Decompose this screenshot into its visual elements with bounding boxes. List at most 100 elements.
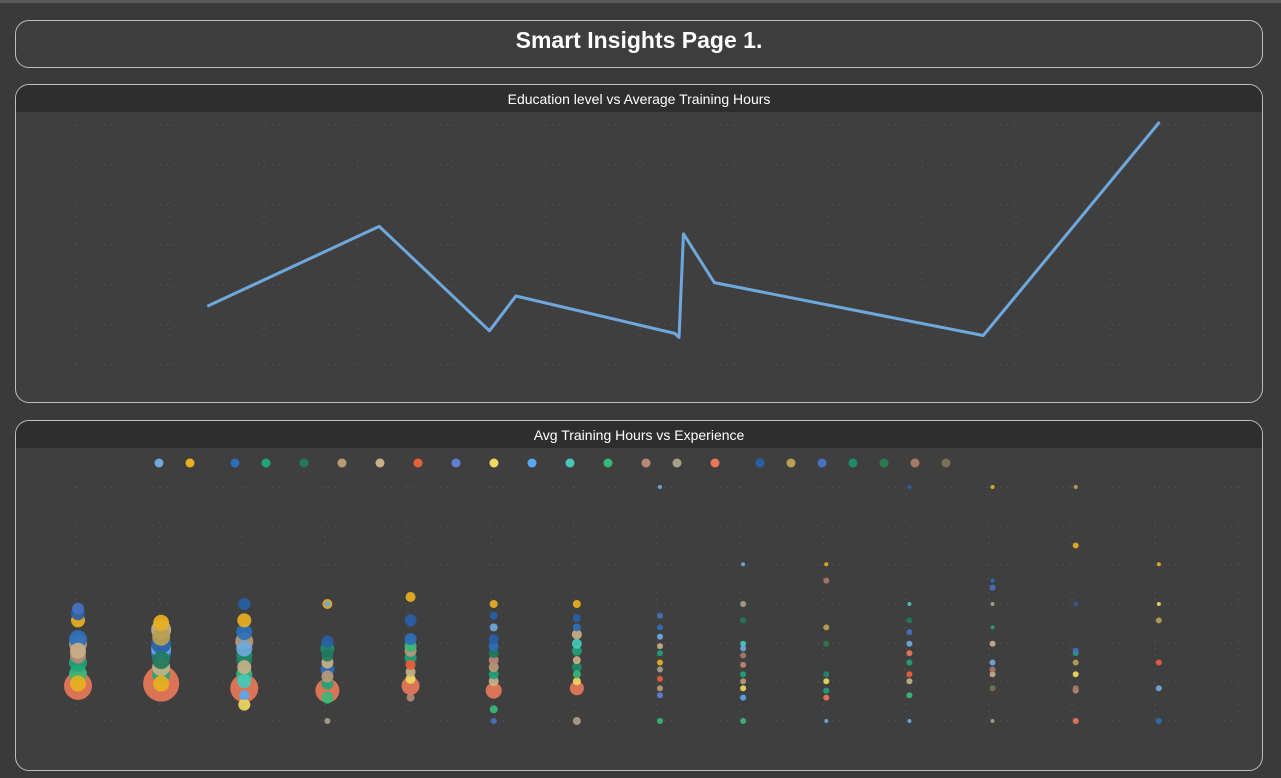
scatter-point bbox=[990, 625, 995, 630]
scatter-point bbox=[405, 591, 416, 602]
scatter-point bbox=[488, 634, 499, 645]
series-line bbox=[206, 121, 1161, 339]
legend-marker bbox=[375, 458, 385, 468]
legend-marker bbox=[489, 458, 499, 468]
scatter-point bbox=[490, 718, 497, 724]
scatter-point bbox=[906, 678, 913, 685]
scatter-point bbox=[907, 719, 912, 723]
legend-marker bbox=[451, 458, 461, 468]
scatter-point bbox=[489, 611, 498, 620]
scatter-point bbox=[990, 578, 995, 583]
scatter-point bbox=[657, 659, 663, 666]
scatter-point bbox=[572, 677, 581, 686]
legend-marker bbox=[527, 458, 537, 468]
scatter-point bbox=[236, 640, 253, 657]
scatter-point bbox=[740, 718, 747, 724]
scatter-point bbox=[237, 613, 252, 628]
scatter-point bbox=[1072, 659, 1079, 666]
scatter-point bbox=[1155, 718, 1162, 724]
scatter-point bbox=[153, 675, 170, 692]
legend-marker bbox=[848, 458, 858, 468]
scatter-point bbox=[321, 691, 334, 704]
scatter-point bbox=[70, 642, 86, 659]
line-chart-svg bbox=[75, 121, 1248, 385]
scatter-point bbox=[907, 602, 912, 606]
scatter-point bbox=[1072, 671, 1079, 678]
scatter-point bbox=[657, 692, 663, 699]
scatter-point bbox=[989, 640, 996, 647]
scatter-point bbox=[657, 612, 663, 619]
scatter-point bbox=[990, 719, 995, 723]
scatter-point bbox=[1156, 602, 1161, 606]
scatter-point bbox=[1073, 602, 1078, 606]
legend-marker bbox=[941, 458, 951, 468]
legend-marker bbox=[755, 458, 765, 468]
scatter-point bbox=[823, 678, 830, 685]
scatter-point bbox=[572, 717, 581, 725]
scatter-point bbox=[1155, 617, 1162, 624]
scatter-point bbox=[238, 598, 251, 610]
legend-marker bbox=[786, 458, 796, 468]
scatter-point bbox=[740, 671, 747, 678]
scatter-point bbox=[823, 624, 830, 631]
scatter-point bbox=[1155, 685, 1162, 692]
scatter-point bbox=[906, 650, 913, 657]
legend-marker bbox=[154, 458, 164, 468]
scatter-point bbox=[906, 659, 913, 666]
scatter-point bbox=[906, 617, 913, 624]
scatter-point bbox=[740, 685, 747, 692]
scatter-point bbox=[489, 623, 498, 632]
scatter-point bbox=[489, 600, 498, 608]
scatter-point bbox=[657, 685, 663, 692]
scatter-point bbox=[1072, 647, 1079, 654]
scatter-point bbox=[740, 678, 747, 685]
scatter-point bbox=[1072, 685, 1079, 692]
scatter-point bbox=[906, 671, 913, 678]
scatter-point bbox=[572, 670, 581, 679]
line-chart-card[interactable]: Education level vs Average Training Hour… bbox=[15, 84, 1263, 403]
legend-marker bbox=[879, 458, 889, 468]
scatter-point bbox=[404, 633, 417, 646]
scatter-point bbox=[406, 693, 415, 702]
scatter-point bbox=[1072, 718, 1079, 724]
scatter-point bbox=[405, 659, 416, 670]
scatter-point bbox=[153, 614, 170, 631]
scatter-point bbox=[657, 624, 663, 631]
scatter-point bbox=[989, 659, 996, 666]
scatter-point bbox=[657, 718, 663, 724]
scatter-point bbox=[990, 485, 995, 489]
scatter-point bbox=[657, 675, 663, 682]
scatter-point bbox=[572, 623, 581, 632]
legend-marker bbox=[710, 458, 720, 468]
scatter-point bbox=[824, 562, 829, 567]
scatter-point bbox=[740, 694, 747, 701]
page-title: Smart Insights Page 1. bbox=[515, 27, 763, 53]
scatter-point bbox=[740, 661, 747, 668]
scatter-point bbox=[324, 718, 331, 724]
scatter-point bbox=[906, 692, 913, 699]
scatter-point bbox=[238, 698, 251, 711]
scatter-point bbox=[321, 635, 334, 648]
scatter-point bbox=[1073, 485, 1078, 489]
legend-marker bbox=[230, 458, 240, 468]
scatter-point bbox=[321, 649, 334, 662]
scatter-point bbox=[1072, 542, 1079, 549]
scatter-point bbox=[572, 600, 581, 608]
title-card: Smart Insights Page 1. bbox=[15, 20, 1263, 68]
legend-marker bbox=[641, 458, 651, 468]
scatter-point bbox=[321, 670, 334, 683]
scatter-point bbox=[658, 485, 662, 489]
scatter-point bbox=[906, 629, 913, 636]
legend-marker bbox=[299, 458, 309, 468]
scatter-point bbox=[404, 614, 417, 627]
scatter-point bbox=[657, 643, 663, 650]
scatter-point bbox=[324, 601, 331, 607]
legend-marker bbox=[603, 458, 613, 468]
scatter-point bbox=[907, 485, 912, 489]
legend-marker bbox=[185, 458, 195, 468]
scatter-point bbox=[823, 694, 830, 701]
scatter-point bbox=[72, 602, 84, 615]
scatter-point bbox=[740, 617, 747, 624]
scatter-chart-card[interactable]: Avg Training Hours vs Experience bbox=[15, 420, 1263, 771]
scatter-point bbox=[990, 602, 995, 606]
